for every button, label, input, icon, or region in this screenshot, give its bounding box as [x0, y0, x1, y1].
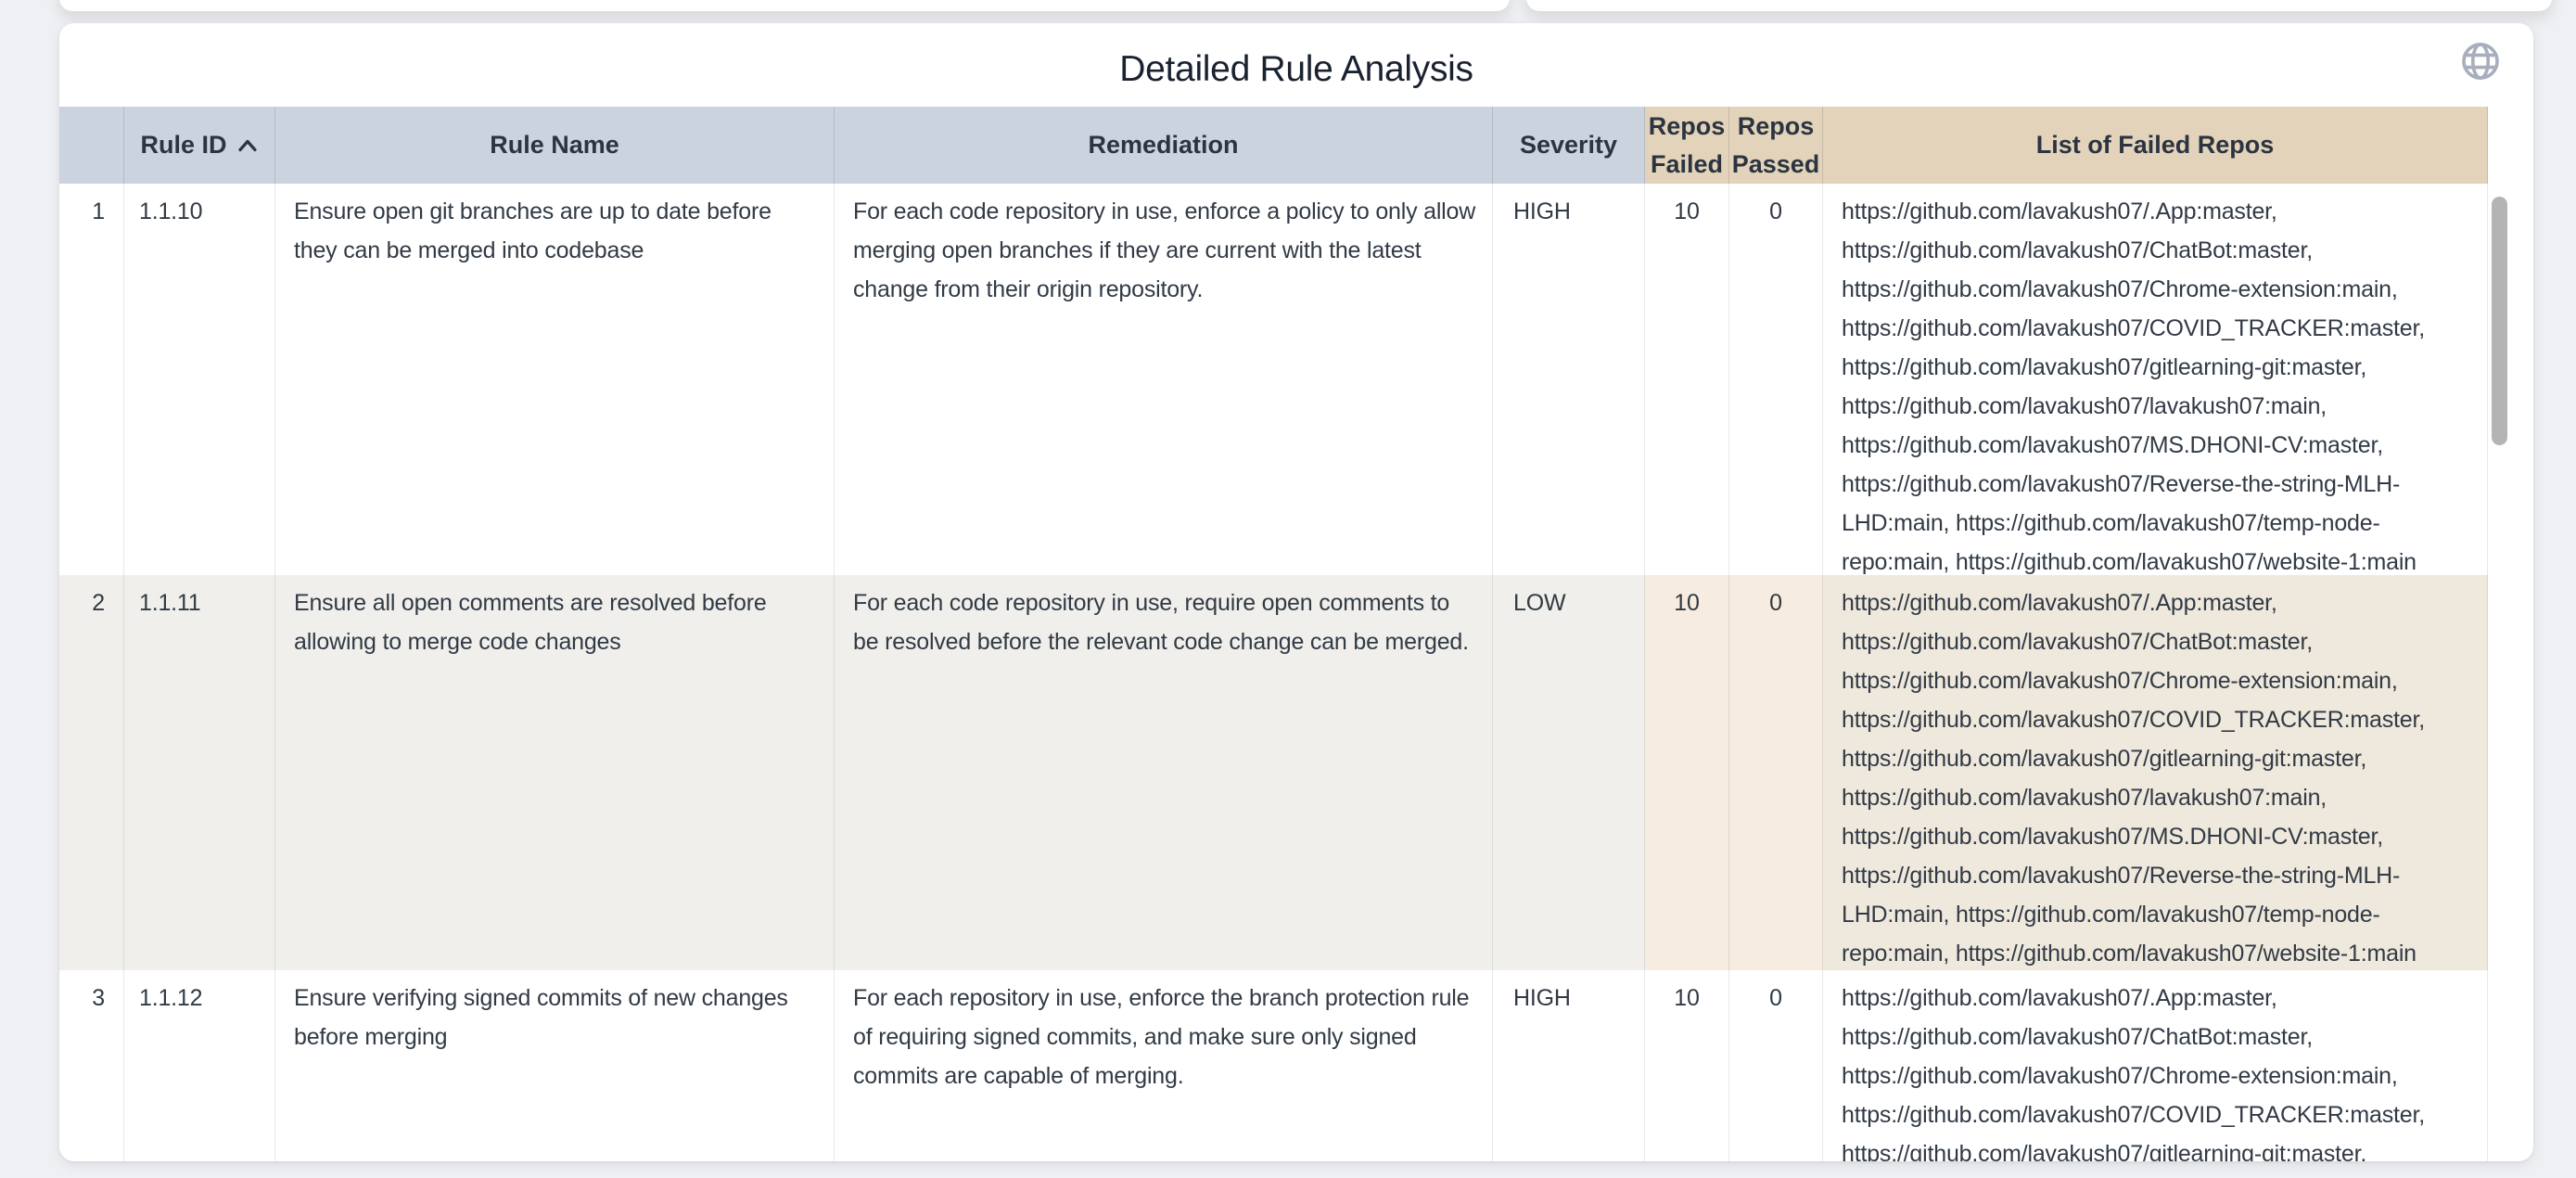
cell-severity: HIGH: [1493, 970, 1645, 1161]
column-header-severity[interactable]: Severity: [1493, 107, 1645, 184]
column-header-remediation[interactable]: Remediation: [835, 107, 1493, 184]
cell-rule-id: 1.1.10: [124, 184, 275, 589]
detailed-rule-analysis-card: Detailed Rule Analysis Rule ID Rule Name: [59, 23, 2533, 1161]
previous-card-left-edge: [59, 0, 1510, 11]
cell-repos-failed: 10: [1645, 184, 1729, 589]
cell-failed-repos-list: https://github.com/lavakush07/.App:maste…: [1823, 575, 2488, 980]
cell-rule-id: 1.1.11: [124, 575, 275, 980]
cell-failed-repos-list: https://github.com/lavakush07/.App:maste…: [1823, 970, 2488, 1161]
vertical-scrollbar-thumb[interactable]: [2492, 197, 2507, 445]
column-header-rule-name[interactable]: Rule Name: [275, 107, 835, 184]
column-header-row-number: [59, 107, 124, 184]
rule-analysis-table: Rule ID Rule Name Remediation Severity R…: [59, 107, 2488, 1161]
column-header-repos-failed[interactable]: Repos Failed: [1645, 107, 1729, 184]
rule-id-header-label: Rule ID: [140, 126, 226, 164]
cell-failed-repos-list: https://github.com/lavakush07/.App:maste…: [1823, 184, 2488, 589]
column-header-failed-repos-list[interactable]: List of Failed Repos: [1823, 107, 2488, 184]
cell-rule-id: 1.1.12: [124, 970, 275, 1161]
column-header-rule-id[interactable]: Rule ID: [124, 107, 275, 184]
cell-repos-passed: 0: [1729, 970, 1823, 1161]
page: Detailed Rule Analysis Rule ID Rule Name: [0, 0, 2576, 1178]
cell-remediation: For each repository in use, enforce the …: [835, 970, 1493, 1161]
cell-repos-failed: 10: [1645, 970, 1729, 1161]
column-header-repos-passed[interactable]: Repos Passed: [1729, 107, 1823, 184]
table-row: 3 1.1.12 Ensure verifying signed commits…: [59, 970, 2488, 1161]
globe-icon[interactable]: [2457, 38, 2504, 84]
cell-remediation: For each code repository in use, require…: [835, 575, 1493, 980]
page-title: Detailed Rule Analysis: [59, 49, 2533, 90]
table-row: 1 1.1.10 Ensure open git branches are up…: [59, 184, 2488, 575]
cell-repos-passed: 0: [1729, 575, 1823, 980]
cell-rule-name: Ensure verifying signed commits of new c…: [275, 970, 835, 1161]
cell-row-number: 1: [59, 184, 124, 589]
cell-repos-failed: 10: [1645, 575, 1729, 980]
previous-card-right-edge: [1526, 0, 2552, 11]
cell-rule-name: Ensure open git branches are up to date …: [275, 184, 835, 589]
cell-rule-name: Ensure all open comments are resolved be…: [275, 575, 835, 980]
cell-remediation: For each code repository in use, enforce…: [835, 184, 1493, 589]
cell-row-number: 3: [59, 970, 124, 1161]
cell-severity: HIGH: [1493, 184, 1645, 589]
sort-ascending-icon: [236, 138, 259, 153]
cell-severity: LOW: [1493, 575, 1645, 980]
table-row: 2 1.1.11 Ensure all open comments are re…: [59, 575, 2488, 970]
cell-row-number: 2: [59, 575, 124, 980]
cell-repos-passed: 0: [1729, 184, 1823, 589]
table-header-row: Rule ID Rule Name Remediation Severity R…: [59, 107, 2488, 184]
